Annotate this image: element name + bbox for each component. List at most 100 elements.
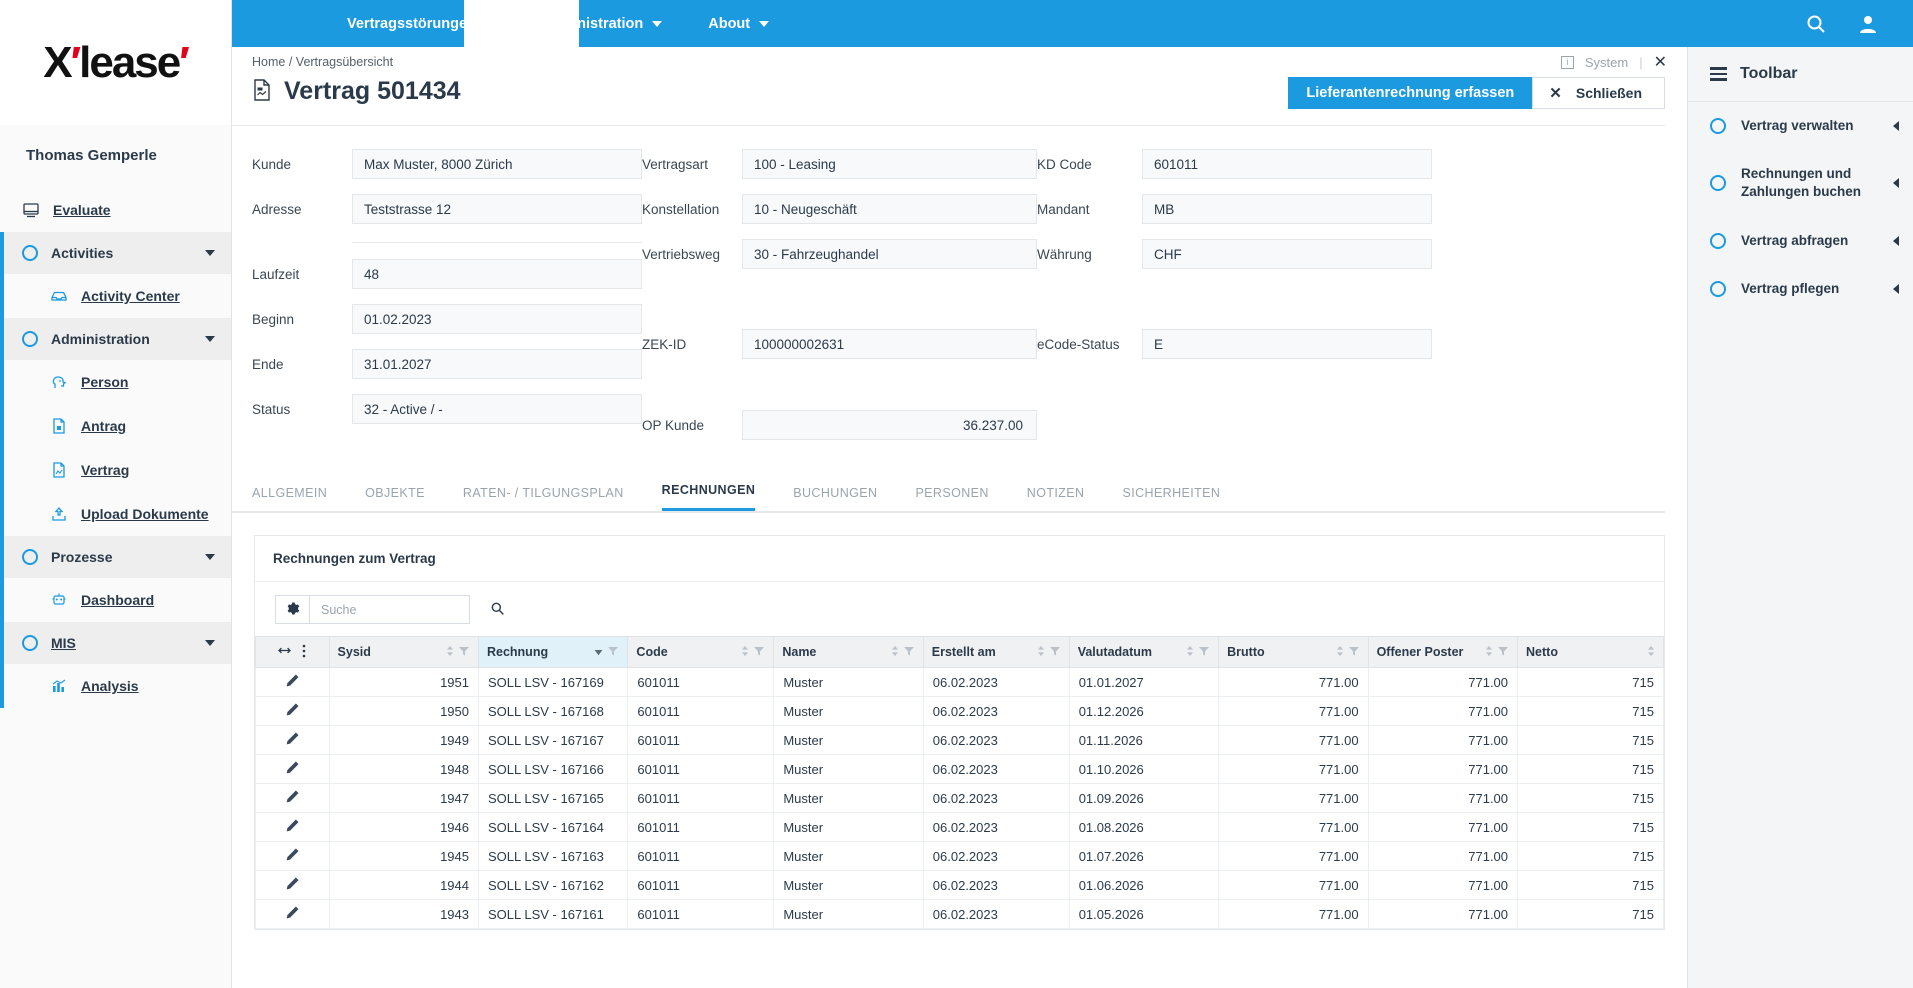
toolbar-item-vertrag-verwalten[interactable]: Vertrag verwalten — [1688, 102, 1913, 150]
pencil-icon[interactable] — [285, 790, 300, 807]
row-edit-button[interactable] — [255, 783, 330, 813]
field-value[interactable]: Teststrasse 12 — [352, 194, 642, 224]
pencil-icon[interactable] — [285, 819, 300, 836]
topnav-about[interactable]: About — [708, 16, 770, 32]
table-row[interactable]: 1948 SOLL LSV - 167166 601011 Muster 06.… — [255, 754, 1664, 784]
close-icon[interactable]: ✕ — [1654, 52, 1667, 72]
toolbar-item-vertrag-pflegen[interactable]: Vertrag pflegen — [1688, 265, 1913, 313]
table-row[interactable]: 1944 SOLL LSV - 167162 601011 Muster 06.… — [255, 870, 1664, 900]
sidebar-group-activities[interactable]: Activities — [0, 232, 231, 274]
filter-icon[interactable] — [1348, 645, 1360, 660]
sidebar-group-prozesse[interactable]: Prozesse — [0, 536, 231, 578]
sidebar-item-activity-center[interactable]: Activity Center — [0, 274, 231, 318]
tab-raten-tilgungsplan[interactable]: RATEN- / TILGUNGSPLAN — [463, 486, 624, 511]
sidebar-item-dashboard[interactable]: Dashboard — [0, 578, 231, 622]
breadcrumb-current[interactable]: Vertragsübersicht — [296, 55, 393, 69]
field-value[interactable]: 10 - Neugeschäft — [742, 194, 1037, 224]
caret-left-icon[interactable] — [1893, 121, 1899, 132]
col-header-brutto[interactable]: Brutto — [1218, 636, 1369, 668]
col-header-sysid[interactable]: Sysid — [328, 636, 479, 668]
caret-left-icon[interactable] — [1893, 178, 1899, 189]
sidebar-item-vertrag[interactable]: Vertrag — [0, 448, 231, 492]
row-edit-button[interactable] — [255, 696, 330, 726]
col-header-valutadatum[interactable]: Valutadatum — [1068, 636, 1220, 668]
tab-allgemein[interactable]: ALLGEMEIN — [252, 486, 327, 511]
grid-search[interactable] — [310, 595, 504, 624]
filter-icon[interactable] — [1049, 645, 1061, 660]
sidebar-group-administration[interactable]: Administration — [0, 318, 231, 360]
field-value[interactable]: 32 - Active / - — [352, 394, 642, 424]
sidebar-item-analysis[interactable]: Analysis — [0, 664, 231, 708]
field-value[interactable]: CHF — [1142, 239, 1432, 269]
topnav-vertragsstoerungen[interactable]: Vertragsstörungen — [347, 16, 495, 32]
topnav-administration[interactable]: Administration — [541, 16, 663, 32]
sidebar-item-antrag[interactable]: Antrag — [0, 404, 231, 448]
search-icon[interactable] — [490, 601, 505, 619]
pencil-icon[interactable] — [285, 674, 300, 691]
pencil-icon[interactable] — [285, 703, 300, 720]
breadcrumb-home[interactable]: Home — [252, 55, 285, 69]
table-row[interactable]: 1951 SOLL LSV - 167169 601011 Muster 06.… — [255, 667, 1664, 697]
tab-sicherheiten[interactable]: SICHERHEITEN — [1122, 486, 1220, 511]
filter-icon[interactable] — [607, 645, 619, 660]
sidebar-group-mis[interactable]: MIS — [0, 622, 231, 664]
pencil-icon[interactable] — [285, 848, 300, 865]
table-row[interactable]: 1946 SOLL LSV - 167164 601011 Muster 06.… — [255, 812, 1664, 842]
sidebar-item-upload-dokumente[interactable]: Upload Dokumente — [0, 492, 231, 536]
field-value[interactable]: Max Muster, 8000 Zürich — [352, 149, 642, 179]
field-value[interactable]: 100 - Leasing — [742, 149, 1037, 179]
field-value[interactable]: 601011 — [1142, 149, 1432, 179]
col-header-offener-posten[interactable]: Offener Poster — [1367, 636, 1519, 668]
grid-settings-button[interactable] — [275, 595, 310, 624]
table-row[interactable]: 1945 SOLL LSV - 167163 601011 Muster 06.… — [255, 841, 1664, 871]
user-icon[interactable] — [1857, 13, 1879, 35]
table-row[interactable]: 1949 SOLL LSV - 167167 601011 Muster 06.… — [255, 725, 1664, 755]
pencil-icon[interactable] — [285, 732, 300, 749]
sort-icon[interactable] — [1647, 645, 1655, 660]
row-edit-button[interactable] — [255, 725, 330, 755]
row-edit-button[interactable] — [255, 754, 330, 784]
row-edit-button[interactable] — [255, 812, 330, 842]
row-edit-button[interactable] — [255, 841, 330, 871]
caret-left-icon[interactable] — [1893, 283, 1899, 294]
resize-columns-icon[interactable] — [278, 645, 292, 659]
toolbar-item-vertrag-abfragen[interactable]: Vertrag abfragen — [1688, 217, 1913, 265]
filter-icon[interactable] — [903, 645, 915, 660]
table-row[interactable]: 1950 SOLL LSV - 167168 601011 Muster 06.… — [255, 696, 1664, 726]
search-icon[interactable] — [1805, 13, 1827, 35]
field-value[interactable]: 36.237.00 — [742, 410, 1037, 440]
tab-buchungen[interactable]: BUCHUNGEN — [793, 486, 877, 511]
pencil-icon[interactable] — [285, 761, 300, 778]
search-input[interactable] — [319, 601, 484, 618]
col-header-rechnung[interactable]: Rechnung — [477, 636, 629, 668]
sort-icon[interactable] — [1485, 645, 1493, 660]
sort-icon[interactable] — [891, 645, 899, 660]
tab-rechnungen[interactable]: RECHNUNGEN — [661, 483, 756, 511]
sort-icon[interactable] — [1186, 645, 1194, 660]
row-edit-button[interactable] — [255, 899, 330, 929]
pencil-icon[interactable] — [285, 877, 300, 894]
field-value[interactable]: MB — [1142, 194, 1432, 224]
field-value[interactable]: 01.02.2023 — [352, 304, 642, 334]
field-value[interactable]: 31.01.2027 — [352, 349, 642, 379]
app-logo[interactable]: X′lease′ — [0, 0, 231, 125]
col-header-netto[interactable]: Netto — [1517, 636, 1664, 668]
table-row[interactable]: 1947 SOLL LSV - 167165 601011 Muster 06.… — [255, 783, 1664, 813]
pencil-icon[interactable] — [285, 906, 300, 923]
table-row[interactable]: 1943 SOLL LSV - 167161 601011 Muster 06.… — [255, 899, 1664, 929]
filter-icon[interactable] — [1497, 645, 1509, 660]
filter-icon[interactable] — [753, 645, 765, 660]
sort-icon[interactable] — [446, 645, 454, 660]
sort-icon[interactable] — [1336, 645, 1344, 660]
sidebar-item-person[interactable]: Person — [0, 360, 231, 404]
schliessen-button[interactable]: ✕ Schließen — [1532, 77, 1665, 109]
col-header-rowtools[interactable] — [255, 636, 330, 668]
tab-notizen[interactable]: NOTIZEN — [1027, 486, 1085, 511]
caret-left-icon[interactable] — [1893, 235, 1899, 246]
col-header-erstellt-am[interactable]: Erstellt am — [922, 636, 1070, 668]
toolbar-header[interactable]: Toolbar — [1688, 47, 1913, 102]
row-menu-icon[interactable] — [302, 644, 306, 661]
toolbar-item-rechnungen-und-zahlungen-buchen[interactable]: Rechnungen und Zahlungen buchen — [1688, 150, 1913, 216]
sidebar-item-evaluate[interactable]: Evaluate — [0, 188, 231, 232]
field-value[interactable]: E — [1142, 329, 1432, 359]
